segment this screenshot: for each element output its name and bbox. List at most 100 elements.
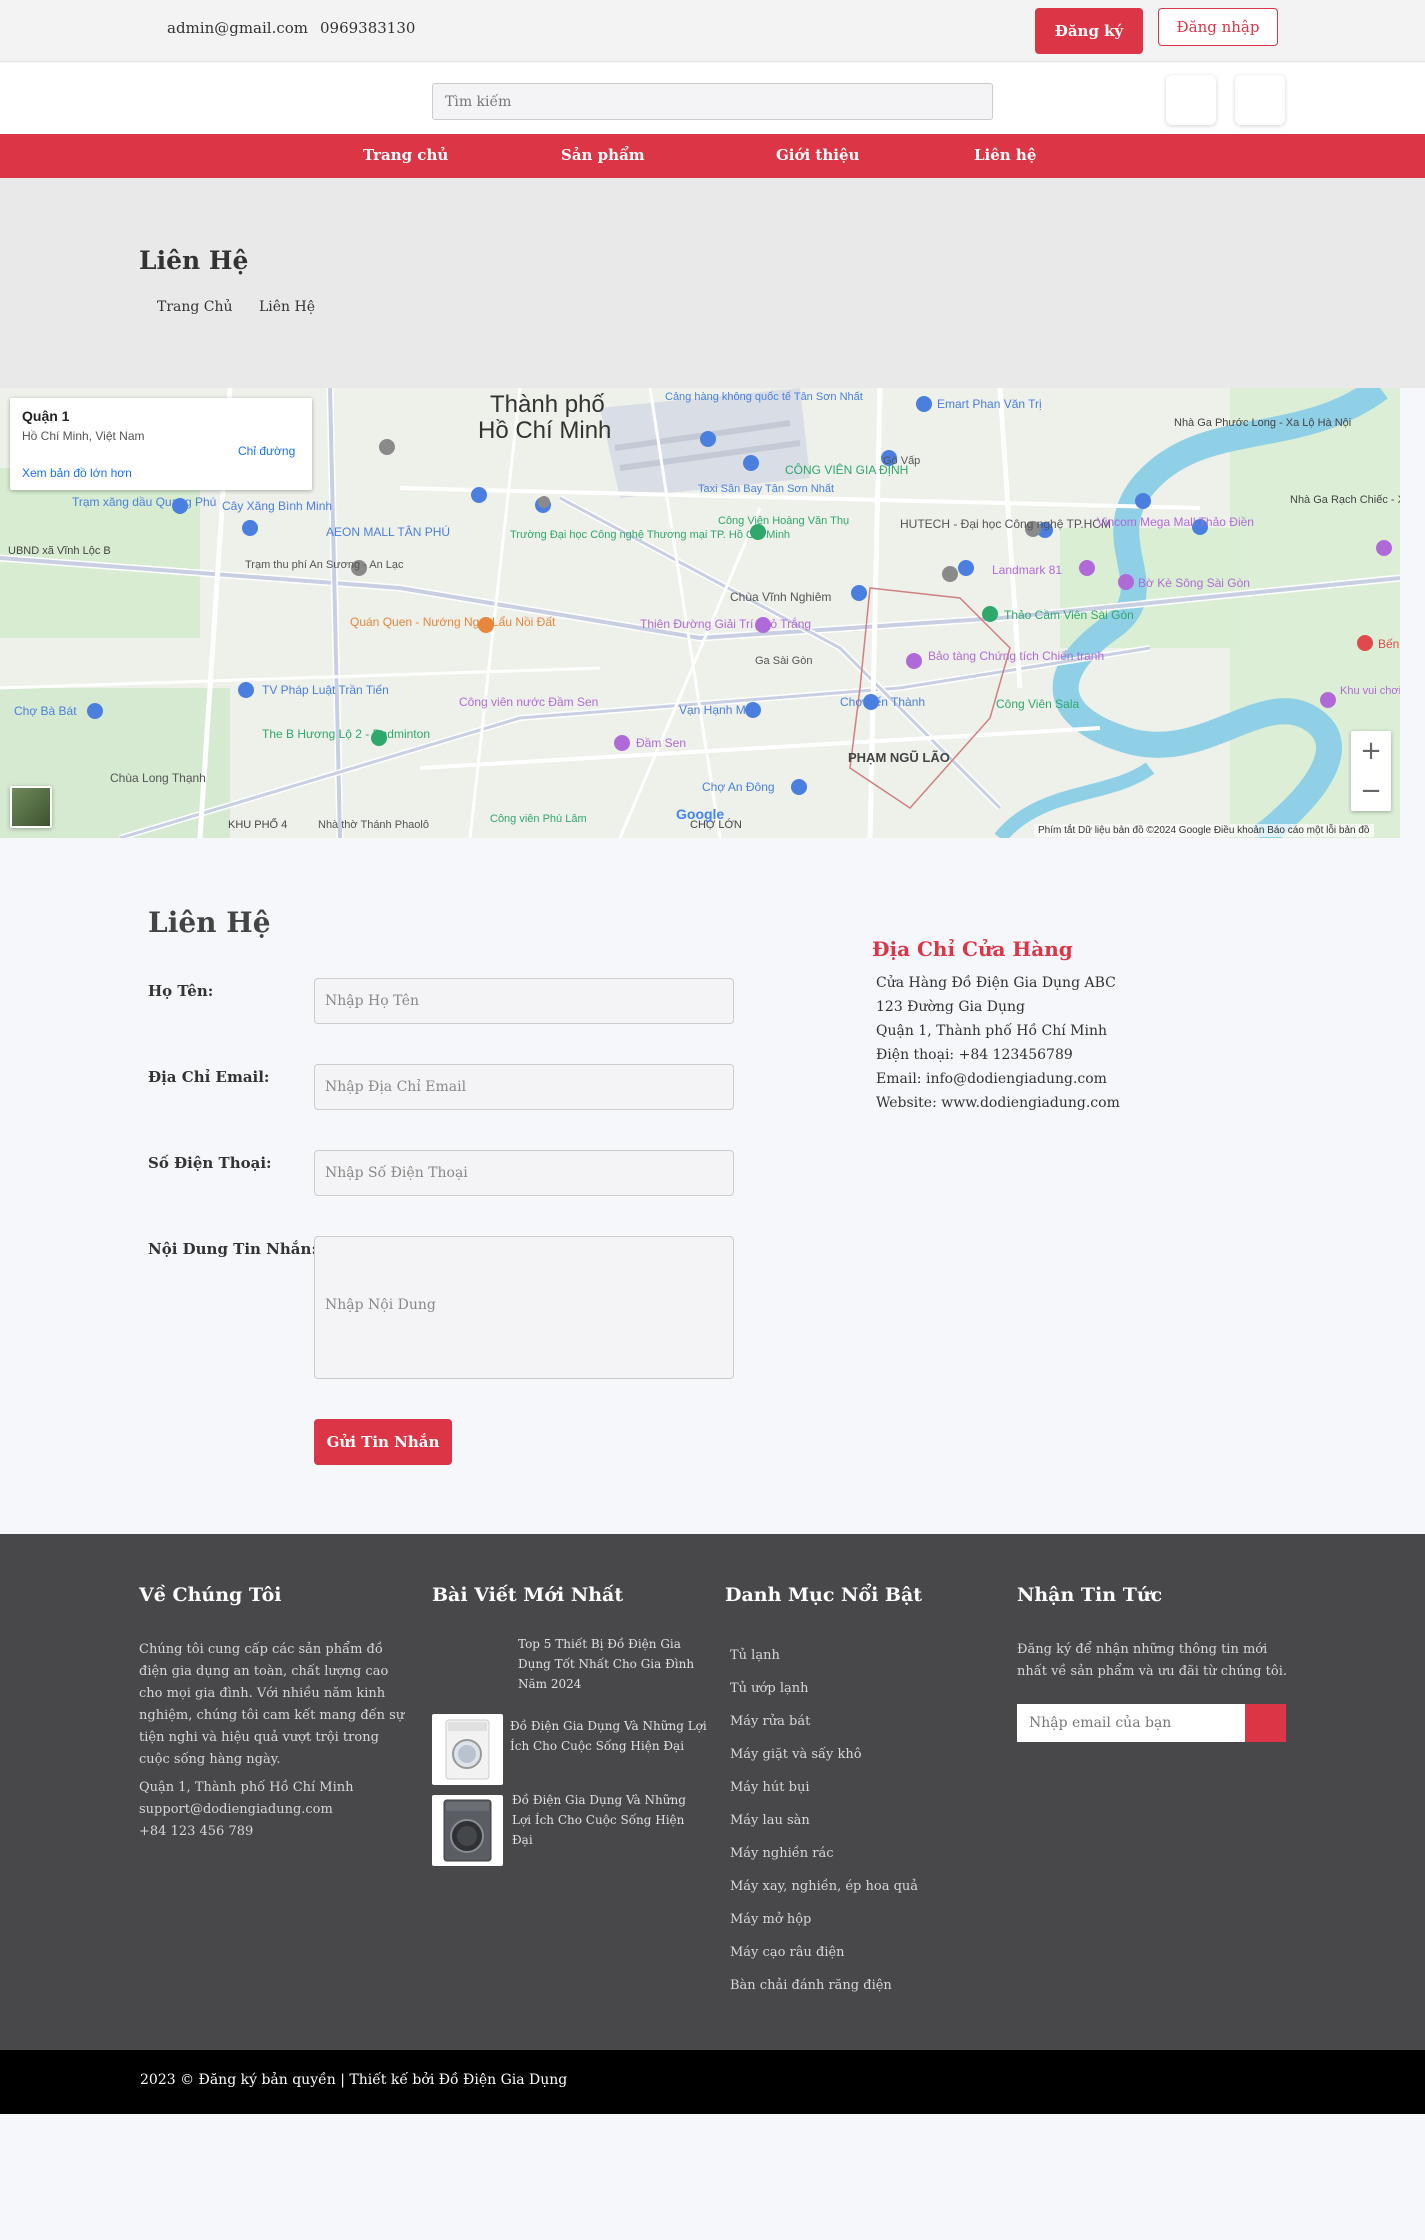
footer-category-link[interactable]: Máy xay, nghiền, ép hoa quả: [730, 1879, 918, 1894]
footer-post-link[interactable]: Đồ Điện Gia Dụng Và Những Lợi Ích Cho Cu…: [512, 1790, 702, 1850]
page-title: Liên Hệ: [139, 246, 249, 275]
store-address-title: Địa Chỉ Cửa Hàng: [872, 937, 1073, 961]
map-label-7: Cây Xăng Bình Minh: [222, 499, 332, 513]
contact-form-title: Liên Hệ: [148, 906, 271, 939]
map-label-3: CÔNG VIÊN GIA ĐỊNH: [785, 462, 908, 477]
google-logo-text: Google: [676, 806, 725, 822]
footer-about-text: Chúng tôi cung cấp các sản phẩm đồ điện …: [139, 1642, 405, 1767]
footer-posts-title: Bài Viết Mới Nhất: [432, 1584, 624, 1606]
footer-category-link[interactable]: Máy giặt và sấy khô: [730, 1747, 862, 1762]
email-field[interactable]: [314, 1064, 734, 1110]
map-label-31: Nhà Ga Rạch Chiếc - Xa Lộ Hà Nội: [1290, 494, 1400, 506]
map-label-11: Bờ Kè Sông Sài Gòn: [1138, 576, 1250, 590]
copyright-bar: 2023 © Đăng ký bản quyền | Thiết kế bởi …: [0, 2050, 1425, 2114]
map-label-33: Trường Đại học Công nghệ Thương mại TP. …: [510, 529, 790, 541]
footer-email[interactable]: support@dodiengiadung.com: [139, 1799, 333, 1821]
map-label-20: Chợ Bến Thành: [840, 695, 925, 709]
washing-machine-thumbnail[interactable]: [432, 1795, 503, 1866]
newsletter-submit-button[interactable]: [1245, 1704, 1286, 1742]
map-directions-link[interactable]: Chỉ đường: [238, 444, 295, 458]
search-row: [0, 63, 1425, 134]
copyright-text: 2023 © Đăng ký bản quyền | Thiết kế bởi …: [140, 2072, 568, 2088]
name-field[interactable]: [314, 978, 734, 1024]
map-label-airport: Cảng hàng không quốc tế Tân Sơn Nhất: [665, 391, 863, 403]
login-button[interactable]: Đăng nhập: [1158, 8, 1278, 46]
footer-category-link[interactable]: Máy lau sàn: [730, 1813, 810, 1828]
send-message-button[interactable]: Gửi Tin Nhắn: [314, 1419, 452, 1465]
footer-category-link[interactable]: Bàn chải đánh răng điện: [730, 1978, 892, 1993]
map-place-card: Quận 1 Hồ Chí Minh, Việt Nam Chỉ đường X…: [10, 398, 312, 490]
map-label-16: Quán Quen - Nướng Ngói Lẩu Nồi Đất: [350, 615, 556, 629]
map-attribution: Phím tắt Dữ liệu bản đồ ©2024 Google Điề…: [1034, 824, 1374, 837]
map-label-29: KHU PHỐ 4: [228, 817, 287, 831]
phone-label: Số Điện Thoại:: [148, 1154, 272, 1172]
nav-item-products[interactable]: Sản phẩm: [561, 146, 645, 164]
map-label-city: Thành phố: [490, 391, 605, 418]
footer-category-link[interactable]: Máy rửa bát: [730, 1714, 810, 1729]
store-line: 123 Đường Gia Dụng: [876, 999, 1026, 1015]
store-line: Cửa Hàng Đồ Điện Gia Dụng ABC: [876, 975, 1116, 991]
map-place-title: Quận 1: [22, 408, 70, 424]
footer-category-link[interactable]: Máy cạo râu điện: [730, 1945, 845, 1960]
map-label-5: Vincom Mega Mall Thảo Điền: [1097, 515, 1254, 529]
map-label-6: AEON MALL TÂN PHÚ: [326, 524, 450, 539]
store-line: Điện thoại: +84 123456789: [876, 1047, 1073, 1063]
nav-item-contact[interactable]: Liên hệ: [974, 146, 1036, 164]
washing-machine-thumbnail[interactable]: [432, 1714, 503, 1785]
breadcrumb-home[interactable]: Trang Chủ: [157, 299, 233, 315]
footer-category-link[interactable]: Máy nghiền rác: [730, 1846, 834, 1861]
map-label-19: Vạn Hạnh Mall: [679, 703, 758, 717]
store-line: Email: info@dodiengiadung.com: [876, 1071, 1107, 1087]
footer-category-link[interactable]: Máy hút bụi: [730, 1780, 810, 1795]
map-label-39: Nhà thờ Thánh Phaolô: [318, 819, 429, 831]
footer: Về Chúng Tôi Chúng tôi cung cấp các sản …: [0, 1534, 1425, 2050]
footer-about-title: Về Chúng Tôi: [139, 1584, 282, 1606]
phone-field[interactable]: [314, 1150, 734, 1196]
map-label-18: Công viên nước Đầm Sen: [459, 695, 598, 709]
map-label-8: Trạm xăng dầu Quang Phú: [72, 495, 216, 509]
user-icon[interactable]: [1235, 75, 1285, 125]
register-button[interactable]: Đăng ký: [1035, 8, 1143, 54]
message-label: Nội Dung Tin Nhắn:: [148, 1240, 317, 1258]
footer-newsletter-text: Đăng ký để nhận những thông tin mới nhất…: [1017, 1642, 1287, 1679]
zoom-out-button[interactable]: −: [1351, 771, 1391, 811]
map-zoom-control: + −: [1351, 731, 1391, 811]
nav-item-about[interactable]: Giới thiệu: [776, 146, 859, 164]
zoom-in-button[interactable]: +: [1351, 731, 1391, 771]
footer-newsletter-title: Nhận Tin Tức: [1017, 1584, 1163, 1606]
map-label-26: Chùa Long Thạnh: [110, 771, 206, 785]
newsletter-email-input[interactable]: [1017, 1704, 1246, 1742]
map-label-1: Emart Phan Văn Trị: [937, 397, 1042, 411]
map-label-city-2: Hồ Chí Minh: [478, 417, 611, 444]
message-field[interactable]: [314, 1236, 734, 1379]
footer-category-link[interactable]: Tủ ướp lạnh: [730, 1681, 808, 1696]
footer-category-link[interactable]: Tủ lạnh: [730, 1648, 780, 1663]
cart-icon[interactable]: [1166, 75, 1216, 125]
nav-item-home[interactable]: Trang chủ: [363, 146, 448, 164]
map-label-4: HUTECH - Đại học Công nghệ TP.HCM: [900, 517, 1111, 531]
footer-post-link[interactable]: Top 5 Thiết Bị Đồ Điện Gia Dụng Tốt Nhất…: [518, 1634, 703, 1694]
map-larger-link[interactable]: Xem bản đồ lớn hơn: [22, 466, 132, 480]
header-email: admin@gmail.com: [167, 19, 309, 37]
map-label-25: The B Hương Lộ 2 - Badminton: [262, 727, 430, 741]
map-place-subtitle: Hồ Chí Minh, Việt Nam: [22, 429, 145, 443]
map-label-13: Thiên Đường Giải Trí Thỏ Trắng: [640, 616, 811, 631]
map-label-30: Nhà Ga Phước Long - Xa Lộ Hà Nội: [1174, 417, 1351, 429]
map-label-9: Chùa Vĩnh Nghiêm: [730, 590, 831, 604]
map-label-23: Đầm Sen: [636, 736, 686, 750]
map-label-36: Trạm thu phí An Sương - An Lạc: [245, 559, 404, 571]
map-label-35: Công Viên Hoàng Văn Thụ: [718, 515, 849, 527]
washing-machine-icon: [445, 1719, 490, 1780]
map-label-32: Khu vui chơi Snow Town: [1340, 685, 1400, 697]
satellite-thumbnail: [12, 788, 50, 826]
map-label-21: Công Viên Sala: [996, 697, 1080, 711]
map-layer-toggle[interactable]: [10, 786, 52, 828]
footer-phone: +84 123 456 789: [139, 1824, 254, 1839]
map-label-27: Chợ Bà Bát: [14, 704, 77, 718]
main-nav: Trang chủ Sản phẩm Giới thiệu Liên hệ: [0, 134, 1425, 178]
map-label-10: Landmark 81: [992, 563, 1062, 577]
search-input[interactable]: [432, 83, 993, 120]
google-map[interactable]: Thành phố Hồ Chí Minh Cảng hàng không qu…: [0, 388, 1400, 838]
footer-category-link[interactable]: Máy mở hộp: [730, 1912, 811, 1927]
footer-post-link[interactable]: Đồ Điện Gia Dụng Và Những Lợi Ích Cho Cu…: [510, 1716, 710, 1756]
